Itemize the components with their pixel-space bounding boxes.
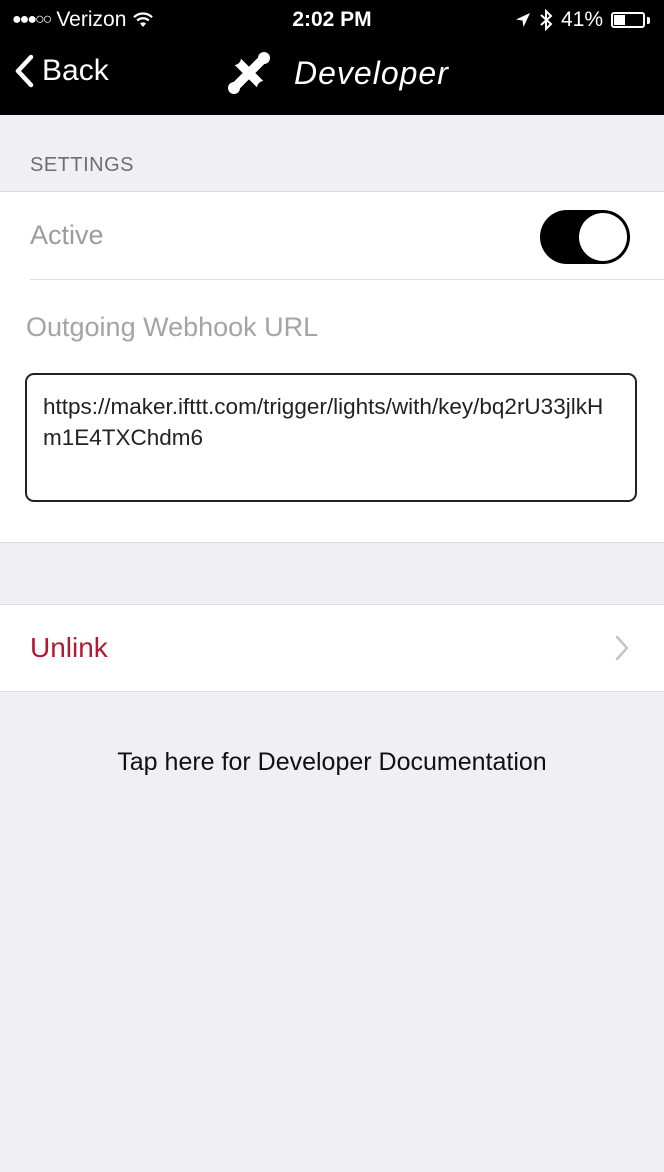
settings-card: Active Outgoing Webhook URL https://make… (0, 191, 664, 543)
unlink-label: Unlink (30, 632, 108, 663)
bluetooth-icon (540, 9, 553, 31)
battery-icon (611, 12, 645, 28)
unlink-row[interactable]: Unlink (0, 604, 664, 692)
battery-tip (647, 16, 650, 24)
chevron-left-icon (15, 54, 34, 88)
nav-bar: Back Developer (0, 40, 664, 115)
status-bar: ●●●○○ Verizon 2:02 PM 41% (0, 0, 664, 40)
battery-fill (614, 15, 626, 25)
nav-title-group: Developer (226, 50, 449, 96)
back-label: Back (42, 54, 109, 87)
battery-percent: 41% (560, 8, 603, 31)
active-label: Active (30, 220, 104, 250)
section-header-settings: SETTINGS (30, 154, 135, 176)
toggle-knob (579, 213, 627, 261)
row-divider (30, 279, 664, 280)
developer-docs-link[interactable]: Tap here for Developer Documentation (0, 748, 664, 777)
active-toggle[interactable] (540, 210, 630, 264)
chevron-right-icon (615, 635, 629, 661)
webhook-url-label: Outgoing Webhook URL (26, 312, 319, 342)
location-arrow-icon (515, 13, 530, 27)
webhook-url-field[interactable]: https://maker.ifttt.com/trigger/lights/w… (25, 373, 637, 502)
page-title: Developer (294, 54, 449, 91)
status-right: 41% (515, 8, 650, 32)
active-row: Active (0, 192, 664, 280)
top-bar: ●●●○○ Verizon 2:02 PM 41% Back Developer (0, 0, 664, 115)
back-button[interactable]: Back (14, 54, 109, 88)
tools-icon (227, 51, 271, 95)
